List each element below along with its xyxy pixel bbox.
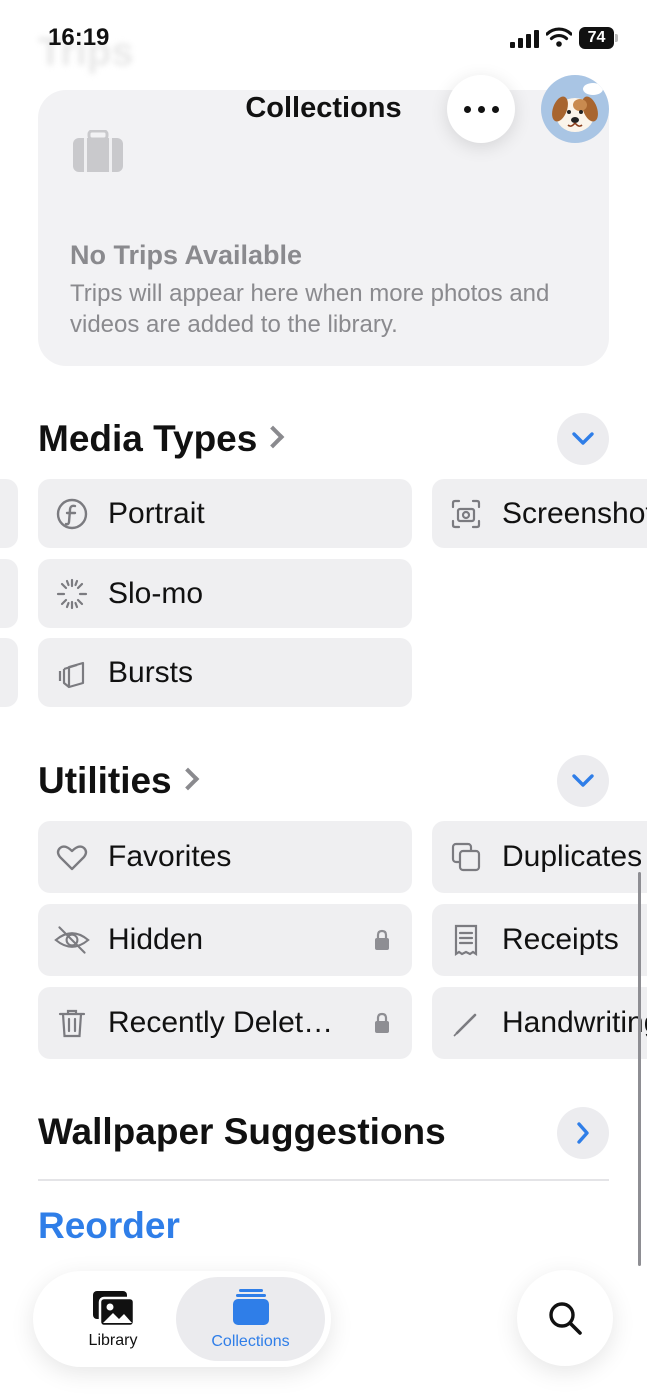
tab-bar: Library Collections xyxy=(33,1271,331,1367)
tile-label: Slo-mo xyxy=(108,576,204,610)
wallpaper-suggestions-title[interactable]: Wallpaper Suggestions xyxy=(38,1111,446,1153)
tile-label: Bursts xyxy=(108,655,194,689)
media-type-tile-offscreen[interactable] xyxy=(0,559,18,628)
ellipsis-icon xyxy=(460,100,502,118)
media-types-heading[interactable]: Media Types xyxy=(38,418,285,460)
utility-handwriting[interactable]: Handwriting xyxy=(432,987,647,1059)
bursts-icon xyxy=(54,655,90,691)
tab-collections[interactable]: Collections xyxy=(176,1277,325,1361)
utility-favorites[interactable]: Favorites xyxy=(38,821,412,893)
status-bar: Trips 16:19 74 xyxy=(0,0,647,74)
search-button[interactable] xyxy=(517,1270,613,1366)
screenshot-icon xyxy=(448,496,484,532)
chevron-down-icon xyxy=(572,774,594,787)
reorder-button[interactable]: Reorder xyxy=(38,1205,180,1247)
scrollbar[interactable] xyxy=(638,872,641,1266)
media-type-portrait[interactable]: Portrait xyxy=(38,479,412,548)
utility-receipts[interactable]: Receipts xyxy=(432,904,647,976)
tile-label: Duplicates xyxy=(502,840,643,873)
battery-icon: 74 xyxy=(579,27,619,49)
utility-hidden[interactable]: Hidden xyxy=(38,904,412,976)
trips-empty-card: No Trips Available Trips will appear her… xyxy=(38,90,609,366)
tile-label: Receipts xyxy=(502,923,619,956)
wifi-icon xyxy=(546,27,572,47)
media-type-tile-offscreen[interactable] xyxy=(0,479,18,548)
tile-label: Screenshots xyxy=(502,496,647,530)
search-icon xyxy=(549,1302,582,1335)
tile-label: Handwriting xyxy=(502,1006,647,1039)
utilities-heading[interactable]: Utilities xyxy=(38,760,199,802)
pencil-icon xyxy=(448,1005,484,1041)
tile-label: Favorites xyxy=(108,840,232,873)
chevron-right-icon xyxy=(176,767,199,791)
tab-collections-label: Collections xyxy=(211,1333,290,1350)
tab-library[interactable]: Library xyxy=(43,1281,183,1357)
lock-icon xyxy=(375,1012,389,1033)
media-type-tile-offscreen[interactable] xyxy=(0,638,18,707)
chevron-right-icon xyxy=(577,1122,589,1144)
tab-library-label: Library xyxy=(88,1332,138,1349)
photos-library-icon xyxy=(93,1291,136,1328)
eye-slash-icon xyxy=(54,922,90,958)
heart-icon xyxy=(54,839,90,875)
collections-stack-icon xyxy=(233,1289,269,1325)
tile-label: Recently Delet… xyxy=(108,1006,334,1039)
receipt-icon xyxy=(448,922,484,958)
media-type-screenshots[interactable]: Screenshots xyxy=(432,479,647,548)
utility-duplicates[interactable]: Duplicates xyxy=(432,821,647,893)
more-options-button[interactable] xyxy=(447,75,515,143)
suitcase-icon xyxy=(73,130,123,172)
duplicate-icon xyxy=(448,839,484,875)
utilities-collapse-button[interactable] xyxy=(557,755,609,807)
slomo-icon xyxy=(54,576,90,612)
utility-recently-deleted[interactable]: Recently Delet… xyxy=(38,987,412,1059)
status-time: 16:19 xyxy=(48,24,110,51)
lock-icon xyxy=(375,929,389,950)
chevron-right-icon xyxy=(262,425,285,449)
wallpaper-suggestions-open-button[interactable] xyxy=(557,1107,609,1159)
battery-level: 74 xyxy=(579,27,614,49)
utilities-title: Utilities xyxy=(38,760,172,801)
media-types-collapse-button[interactable] xyxy=(557,413,609,465)
trips-empty-title: No Trips Available xyxy=(70,240,303,270)
dog-memoji-avatar-icon xyxy=(552,83,603,132)
tile-label: Portrait xyxy=(108,496,205,530)
media-type-slomo[interactable]: Slo-mo xyxy=(38,559,412,628)
trash-icon xyxy=(54,1005,90,1041)
chevron-down-icon xyxy=(572,432,594,445)
media-type-bursts[interactable]: Bursts xyxy=(38,638,412,707)
tile-label: Hidden xyxy=(108,923,204,956)
avatar[interactable] xyxy=(541,75,609,143)
portrait-f-icon xyxy=(54,496,90,532)
media-types-title: Media Types xyxy=(38,418,258,459)
trips-empty-subtitle: Trips will appear here when more photos … xyxy=(70,280,550,338)
cellular-signal-icon xyxy=(510,30,539,48)
divider xyxy=(38,1179,609,1181)
